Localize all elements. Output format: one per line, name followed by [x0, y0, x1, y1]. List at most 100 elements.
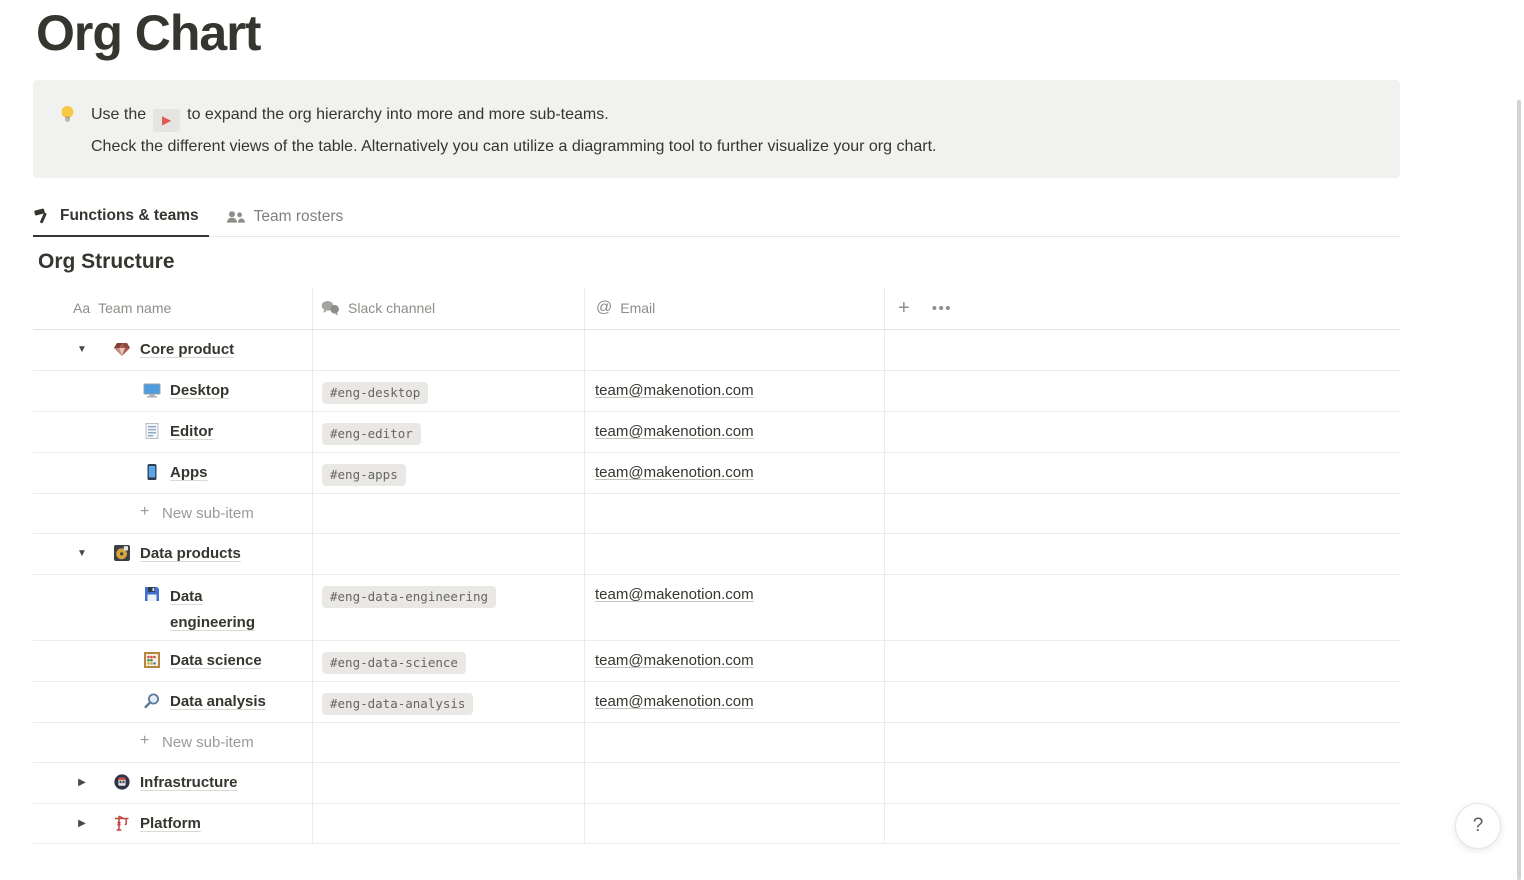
email-value[interactable]: team@makenotion.com	[595, 462, 754, 483]
slack-channel-cell[interactable]	[313, 330, 585, 370]
email-value[interactable]: team@makenotion.com	[595, 650, 754, 671]
slack-channel-tag[interactable]: #eng-data-engineering	[322, 586, 496, 608]
slack-channel-cell[interactable]	[313, 534, 585, 574]
extra-cell[interactable]	[885, 412, 1400, 452]
extra-cell[interactable]	[885, 682, 1400, 722]
new-sub-item-row[interactable]: + New sub-item	[33, 723, 1400, 763]
team-name-cell[interactable]: Editor	[33, 412, 313, 452]
team-name[interactable]: Editor	[170, 421, 213, 442]
expand-toggle-icon[interactable]: ▶	[75, 816, 89, 832]
team-name[interactable]: Data analysis	[170, 691, 266, 712]
email-cell	[585, 494, 885, 533]
team-name-cell[interactable]: ▶ Platform	[33, 804, 313, 843]
team-name[interactable]: Data engineering	[170, 584, 260, 636]
email-cell[interactable]: team@makenotion.com	[585, 682, 885, 722]
email-value[interactable]: team@makenotion.com	[595, 584, 754, 605]
slack-channel-cell[interactable]: #eng-data-science	[313, 641, 585, 681]
crane-icon	[113, 814, 131, 832]
extra-cell[interactable]	[885, 453, 1400, 493]
email-cell[interactable]	[585, 534, 885, 574]
scrollbar[interactable]	[1517, 100, 1521, 880]
at-sign-icon: @	[596, 299, 612, 317]
email-cell[interactable]: team@makenotion.com	[585, 575, 885, 640]
column-header-slack-channel[interactable]: Slack channel	[313, 287, 585, 329]
new-sub-item-row[interactable]: + New sub-item	[33, 494, 1400, 534]
email-value[interactable]: team@makenotion.com	[595, 421, 754, 442]
slack-channel-cell[interactable]: #eng-apps	[313, 453, 585, 493]
email-cell[interactable]: team@makenotion.com	[585, 371, 885, 411]
slack-channel-cell[interactable]: #eng-data-engineering	[313, 575, 585, 640]
slack-channel-cell[interactable]: #eng-desktop	[313, 371, 585, 411]
plus-icon: +	[140, 503, 156, 521]
email-value[interactable]: team@makenotion.com	[595, 380, 754, 401]
team-name-cell[interactable]: Data analysis	[33, 682, 313, 722]
team-name[interactable]: Data science	[170, 650, 262, 671]
slack-channel-tag[interactable]: #eng-editor	[322, 423, 421, 445]
slack-channel-tag[interactable]: #eng-data-analysis	[322, 693, 473, 715]
team-name-cell[interactable]: Desktop	[33, 371, 313, 411]
extra-cell[interactable]	[885, 534, 1400, 574]
slack-channel-tag[interactable]: #eng-apps	[322, 464, 406, 486]
team-name-cell[interactable]: Data engineering	[33, 575, 313, 640]
team-name-cell[interactable]: ▶ Infrastructure	[33, 763, 313, 803]
slack-channel-cell[interactable]: #eng-editor	[313, 412, 585, 452]
abacus-icon	[143, 651, 161, 669]
email-cell[interactable]	[585, 330, 885, 370]
column-header-email[interactable]: @ Email	[585, 287, 885, 329]
team-name-cell[interactable]: ▼ Core product	[33, 330, 313, 370]
new-sub-item[interactable]: + New sub-item	[33, 723, 313, 762]
add-column-button[interactable]: +	[898, 297, 910, 320]
callout-line1-before: Use the	[91, 106, 146, 123]
column-label: Email	[620, 300, 655, 316]
team-name-cell[interactable]: Data science	[33, 641, 313, 681]
email-cell[interactable]	[585, 804, 885, 843]
email-cell[interactable]: team@makenotion.com	[585, 641, 885, 681]
expand-toggle-keycap: ▶	[153, 109, 180, 132]
callout-line2: Check the different views of the table. …	[91, 132, 936, 162]
tab-team-rosters[interactable]: Team rosters	[225, 197, 354, 237]
slack-channel-cell[interactable]: #eng-data-analysis	[313, 682, 585, 722]
expand-toggle-icon[interactable]: ▶	[75, 775, 89, 791]
new-sub-item-label: New sub-item	[162, 732, 254, 753]
email-value[interactable]: team@makenotion.com	[595, 691, 754, 712]
slack-channel-cell	[313, 723, 585, 762]
slack-channel-tag[interactable]: #eng-desktop	[322, 382, 428, 404]
extra-cell[interactable]	[885, 575, 1400, 640]
collapse-toggle-icon[interactable]: ▼	[75, 546, 89, 562]
email-cell[interactable]: team@makenotion.com	[585, 412, 885, 452]
slack-channel-cell[interactable]	[313, 763, 585, 803]
slack-channel-tag[interactable]: #eng-data-science	[322, 652, 466, 674]
help-button[interactable]: ?	[1455, 803, 1501, 849]
team-name[interactable]: Platform	[140, 813, 201, 834]
team-name-cell[interactable]: ▼ Data products	[33, 534, 313, 574]
text-type-icon: Aa	[73, 300, 90, 316]
team-name[interactable]: Core product	[140, 339, 234, 360]
email-cell[interactable]	[585, 763, 885, 803]
extra-cell[interactable]	[885, 804, 1400, 843]
tab-functions-teams[interactable]: Functions & teams	[33, 197, 209, 237]
extra-cell[interactable]	[885, 641, 1400, 681]
email-cell	[585, 723, 885, 762]
chat-bubbles-icon	[321, 300, 340, 316]
team-name[interactable]: Apps	[170, 462, 208, 483]
email-cell[interactable]: team@makenotion.com	[585, 453, 885, 493]
extra-cell	[885, 723, 1400, 762]
extra-cell[interactable]	[885, 371, 1400, 411]
collapse-toggle-icon[interactable]: ▼	[75, 342, 89, 358]
table-row: Apps #eng-apps team@makenotion.com	[33, 453, 1400, 494]
new-sub-item[interactable]: + New sub-item	[33, 494, 313, 533]
team-name[interactable]: Desktop	[170, 380, 229, 401]
callout-line1-after: to expand the org hierarchy into more an…	[187, 106, 609, 123]
mobile-phone-icon	[143, 463, 161, 481]
extra-cell[interactable]	[885, 763, 1400, 803]
column-header-team-name[interactable]: Aa Team name	[33, 287, 313, 329]
table-title: Org Structure	[38, 250, 175, 274]
slack-channel-cell[interactable]	[313, 804, 585, 843]
column-label: Slack channel	[348, 300, 435, 316]
team-name-cell[interactable]: Apps	[33, 453, 313, 493]
extra-cell[interactable]	[885, 330, 1400, 370]
team-name[interactable]: Infrastructure	[140, 772, 238, 793]
table-row: ▶ Infrastructure	[33, 763, 1400, 804]
team-name[interactable]: Data products	[140, 543, 241, 564]
more-options-button[interactable]: •••	[932, 300, 952, 317]
